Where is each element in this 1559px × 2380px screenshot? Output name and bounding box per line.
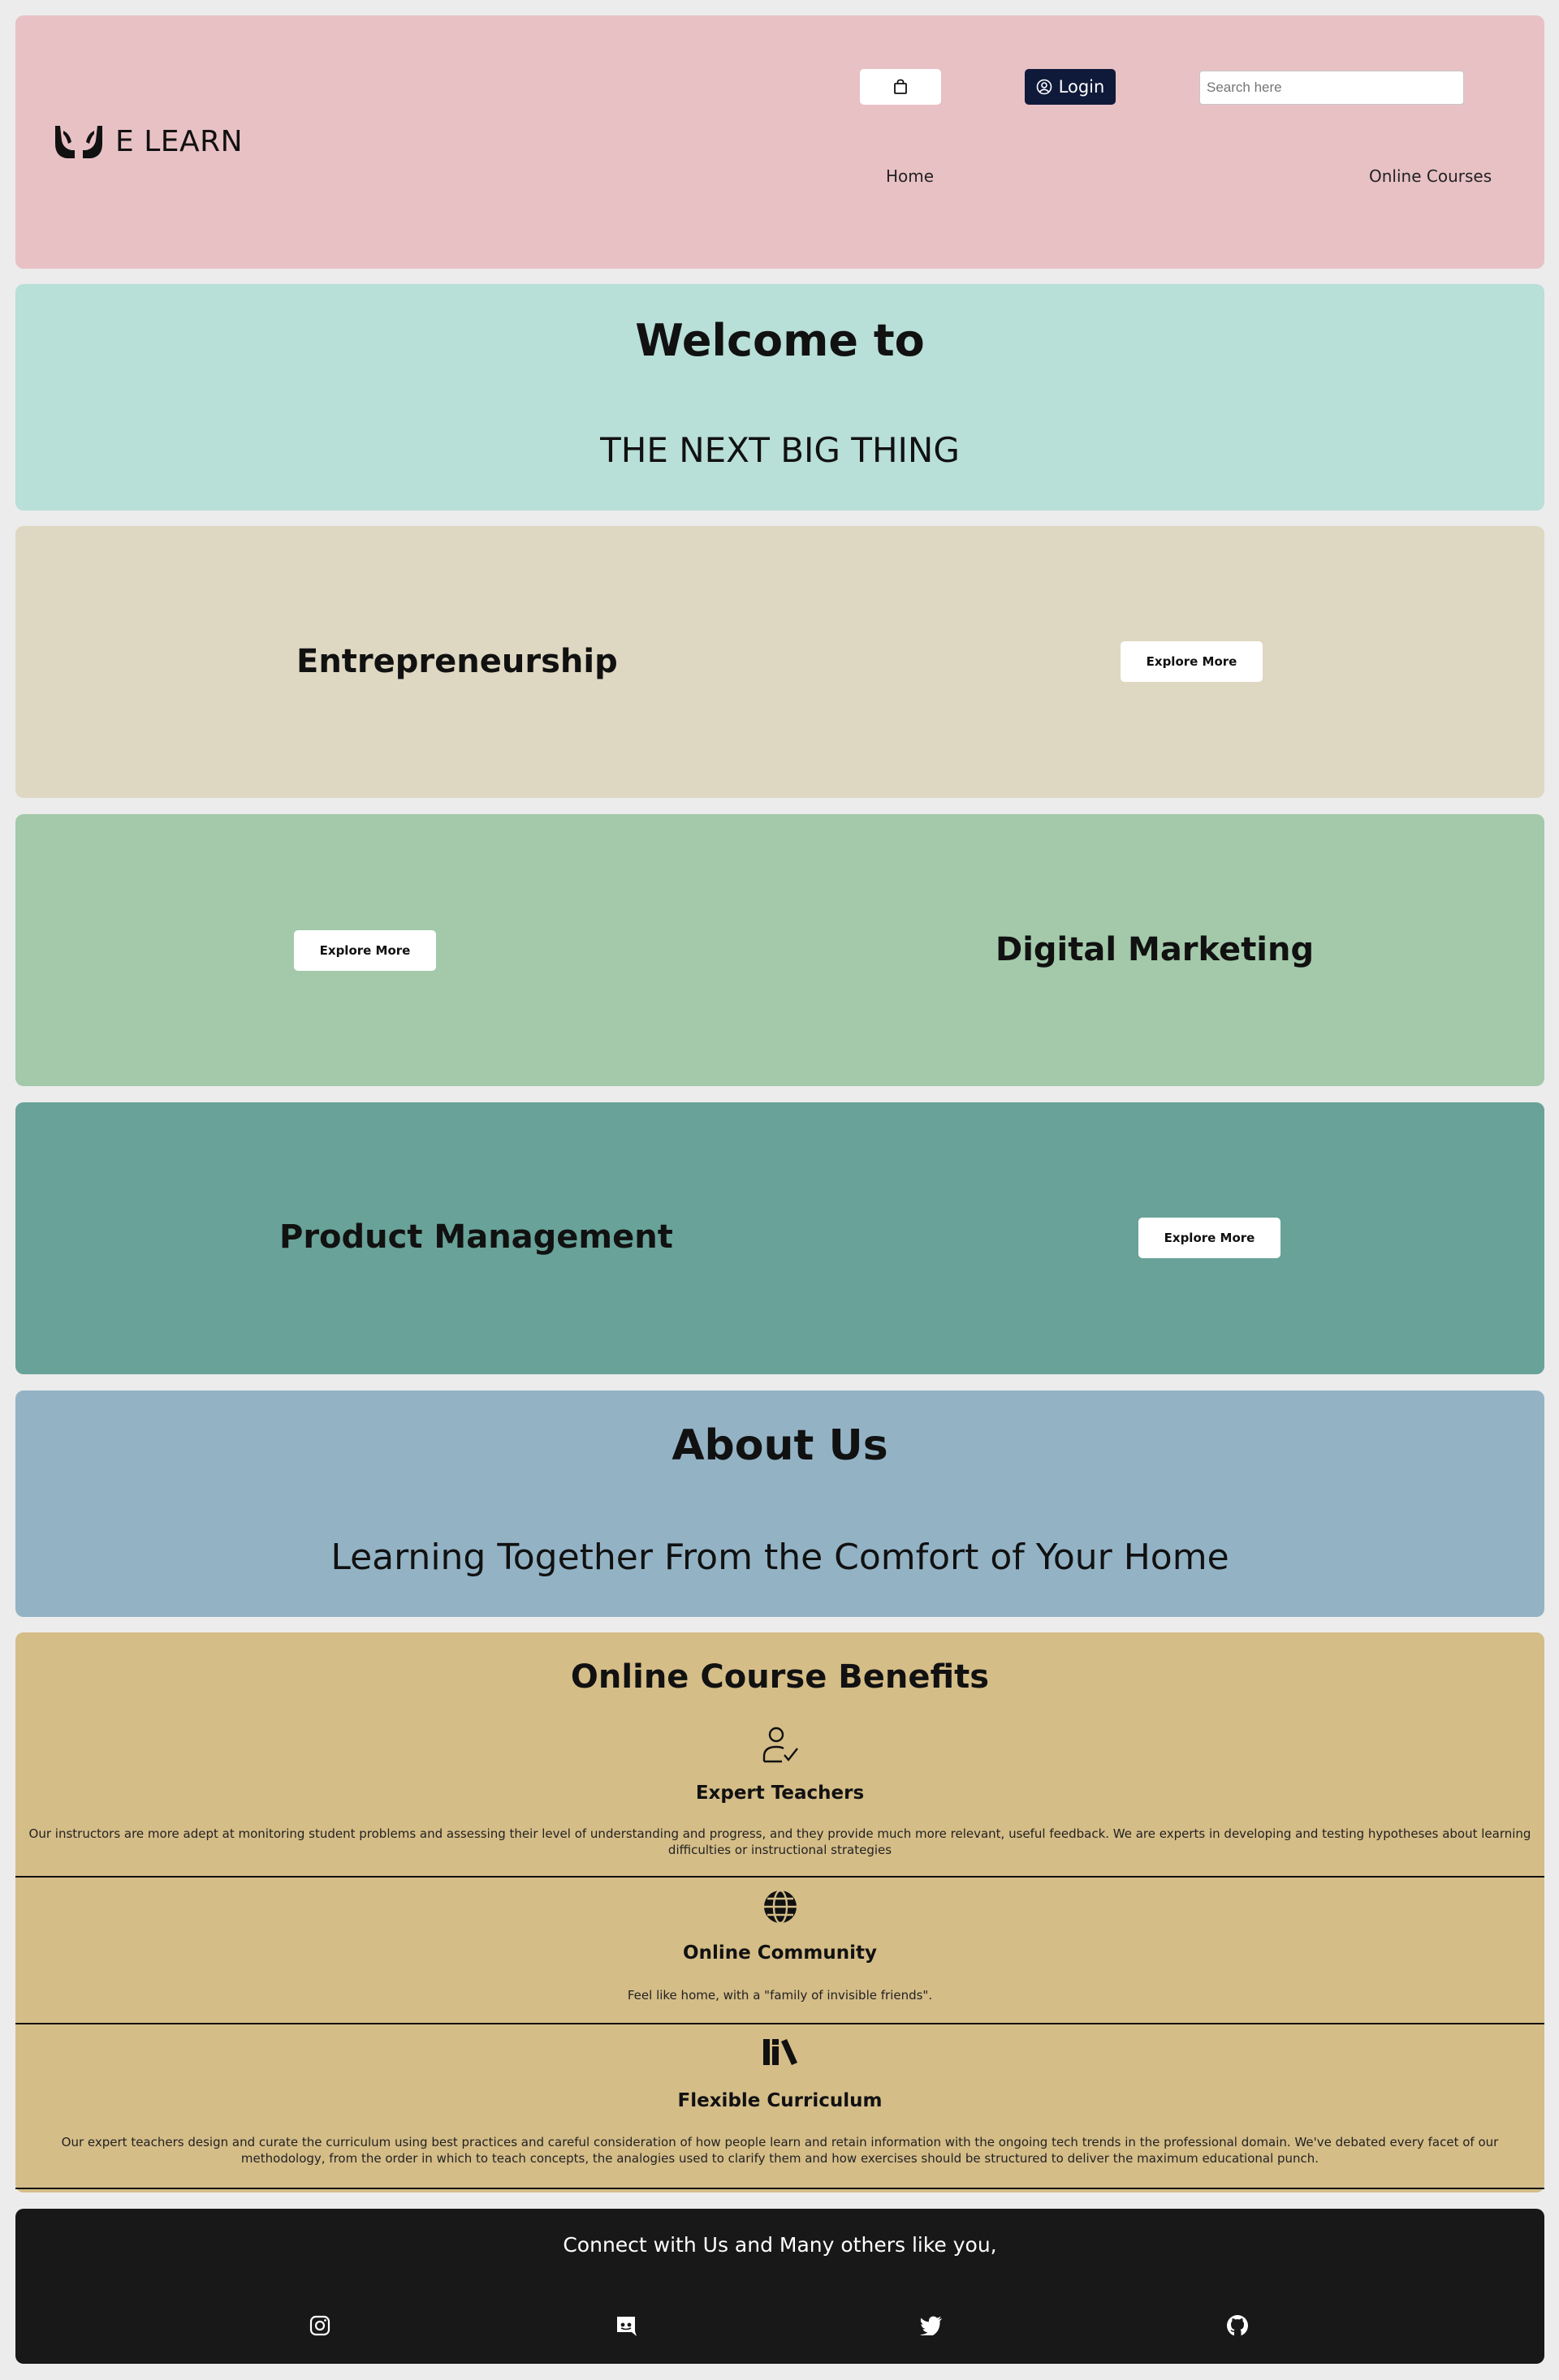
benefit-item: Flexible Curriculum Our expert teachers …	[15, 2024, 1544, 2189]
course-card-entrepreneurship: Entrepreneurship Explore More	[15, 526, 1544, 798]
welcome-title: Welcome to	[635, 315, 925, 366]
footer-connect-text: Connect with Us and Many others like you…	[563, 2233, 997, 2257]
hands-logo-icon	[55, 126, 102, 158]
user-circle-icon	[1036, 79, 1052, 95]
benefit-text: Our expert teachers design and curate th…	[61, 2135, 1499, 2166]
benefit-item: Expert Teachers Our instructors are more…	[15, 1718, 1544, 1878]
books-icon	[762, 2039, 797, 2065]
nav-online-courses-link[interactable]: Online Courses	[1369, 166, 1492, 186]
explore-more-button[interactable]: Explore More	[294, 930, 436, 971]
nav-home-link[interactable]: Home	[886, 166, 934, 186]
course-card-product-management: Product Management Explore More	[15, 1102, 1544, 1374]
logo[interactable]: E LEARN	[52, 123, 243, 160]
about-title: About Us	[672, 1421, 888, 1470]
instagram-icon[interactable]	[307, 2313, 333, 2339]
search-input[interactable]	[1199, 71, 1464, 105]
globe-icon	[763, 1889, 797, 1925]
explore-more-button[interactable]: Explore More	[1121, 641, 1263, 682]
github-icon[interactable]	[1224, 2313, 1250, 2339]
benefit-item: Online Community Feel like home, with a …	[15, 1878, 1544, 2024]
benefits-section: Online Course Benefits Expert Teachers O…	[15, 1632, 1544, 2192]
shopping-bag-icon	[894, 79, 907, 94]
benefit-title: Flexible Curriculum	[677, 2090, 883, 2111]
login-label: Login	[1058, 77, 1105, 97]
benefit-title: Online Community	[683, 1942, 877, 1964]
course-title: Product Management	[279, 1218, 673, 1256]
explore-more-button[interactable]: Explore More	[1138, 1218, 1280, 1258]
course-card-digital-marketing: Explore More Digital Marketing	[15, 814, 1544, 1086]
cart-button[interactable]	[860, 69, 941, 105]
teacher-check-icon	[762, 1727, 798, 1763]
site-footer: Connect with Us and Many others like you…	[15, 2209, 1544, 2364]
about-section: About Us Learning Together From the Comf…	[15, 1390, 1544, 1617]
course-title: Digital Marketing	[995, 931, 1315, 968]
logo-text: E LEARN	[115, 124, 244, 158]
welcome-section: Welcome to THE NEXT BIG THING	[15, 284, 1544, 511]
benefit-text: Feel like home, with a "family of invisi…	[627, 1988, 933, 2003]
benefit-text: Our instructors are more adept at monito…	[28, 1826, 1531, 1857]
twitter-icon[interactable]	[918, 2313, 944, 2339]
discord-icon[interactable]	[613, 2313, 639, 2339]
welcome-subtitle: THE NEXT BIG THING	[600, 430, 960, 470]
benefit-title: Expert Teachers	[695, 1783, 865, 1804]
about-subtitle: Learning Together From the Comfort of Yo…	[330, 1537, 1229, 1578]
benefits-title: Online Course Benefits	[570, 1658, 990, 1696]
site-header: E LEARN Login Home Online Courses	[15, 15, 1544, 269]
login-button[interactable]: Login	[1025, 69, 1116, 105]
course-title: Entrepreneurship	[296, 643, 618, 680]
